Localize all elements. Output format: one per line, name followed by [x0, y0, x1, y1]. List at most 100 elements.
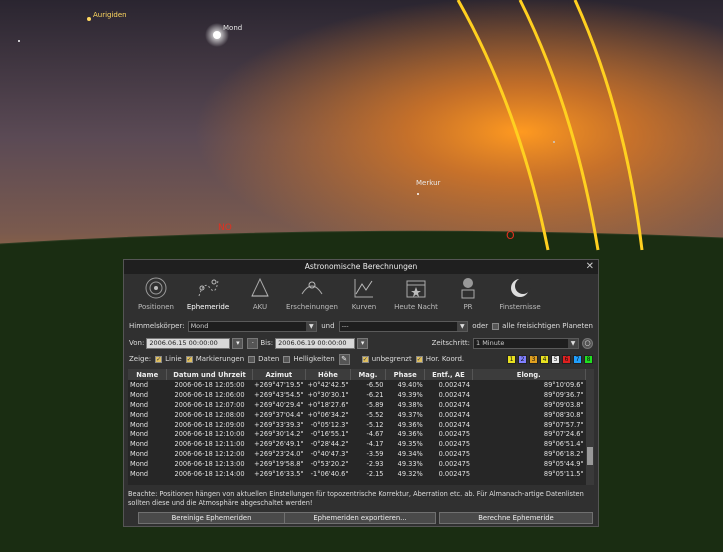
- column-header[interactable]: Mag.: [350, 369, 387, 380]
- tab-kurven[interactable]: Kurven: [338, 274, 390, 314]
- table-cell: Mond: [130, 460, 149, 469]
- table-cell: 2006-06-18 12:10:00: [174, 430, 245, 439]
- brightness-checkbox[interactable]: [283, 355, 291, 363]
- table-cell: 49.33%: [397, 460, 423, 469]
- color-swatch[interactable]: 3: [529, 354, 538, 364]
- table-cell: 2006-06-18 12:08:00: [174, 410, 245, 419]
- all-planets-label: alle freisichtigen Planeten: [502, 322, 593, 330]
- date-sync-icon[interactable]: ·: [247, 337, 259, 349]
- dialog-titlebar[interactable]: Astronomische Berechnungen ✕: [124, 260, 598, 274]
- clear-ephemeris-button[interactable]: Bereinige Ephemeriden: [138, 512, 285, 524]
- table-cell: -0°40'47.3": [310, 450, 349, 459]
- tab-finsternisse[interactable]: Finsternisse: [494, 274, 546, 314]
- color-swatch[interactable]: 5: [551, 354, 560, 364]
- table-row[interactable]: Mond 2006-06-18 12:06:00 +269°43'54.5" +0°3…: [128, 390, 586, 400]
- table-cell: 49.34%: [397, 450, 423, 459]
- color-swatch[interactable]: 6: [562, 354, 571, 364]
- table-cell: -5.12: [366, 420, 384, 429]
- table-cell: 2006-06-18 12:09:00: [174, 420, 245, 429]
- all-planets-checkbox[interactable]: [492, 322, 500, 330]
- column-header[interactable]: Name: [128, 369, 168, 380]
- color-swatch[interactable]: 1: [507, 354, 516, 364]
- table-cell: Mond: [130, 390, 149, 399]
- close-icon[interactable]: ✕: [586, 260, 594, 274]
- column-header[interactable]: Datum und Uhrzeit: [166, 369, 253, 380]
- table-row[interactable]: Mond 2006-06-18 12:09:00 +269°33'39.3" -0°0…: [128, 420, 586, 430]
- tab-ephemeride[interactable]: Ephemeride: [182, 274, 234, 314]
- table-row[interactable]: Mond 2006-06-18 12:14:00 +269°16'33.5" -1°0…: [128, 469, 586, 479]
- to-date-input[interactable]: 2006.06.19 00:00:00: [275, 337, 356, 349]
- table-row[interactable]: Mond 2006-06-18 12:08:00 +269°37'04.4" +0°0…: [128, 410, 586, 420]
- column-header[interactable]: Phase: [385, 369, 426, 380]
- step-select[interactable]: 1 Minute ▼: [473, 337, 579, 349]
- wrench-icon[interactable]: ✎: [338, 353, 350, 365]
- chevron-down-icon: ▼: [568, 338, 578, 348]
- tonight-icon: [406, 280, 426, 298]
- table-cell: 49.40%: [397, 380, 423, 389]
- table-cell: 0.002474: [438, 390, 471, 399]
- column-header[interactable]: Elong.: [472, 369, 586, 380]
- column-header[interactable]: Höhe: [305, 369, 351, 380]
- reset-step-icon[interactable]: ○: [582, 337, 593, 349]
- table-cell: Mond: [130, 420, 149, 429]
- compute-ephemeris-button[interactable]: Berechne Ephemeride: [439, 512, 593, 524]
- tab-positionen[interactable]: Positionen: [130, 274, 182, 314]
- table-cell: -5.89: [366, 400, 384, 409]
- second-body-select[interactable]: --- ▼: [338, 320, 469, 332]
- table-cell: +269°43'54.5": [254, 390, 304, 399]
- table-row[interactable]: Mond 2006-06-18 12:10:00 +269°30'14.2" -0°1…: [128, 429, 586, 439]
- body-row: Himmelskörper: Mond ▼ und --- ▼ oder alle …: [129, 320, 593, 332]
- chevron-down-icon: ▼: [457, 321, 468, 331]
- table-cell: -5.52: [366, 410, 384, 419]
- table-cell: -0°53'20.2": [310, 460, 349, 469]
- compass-e: O: [506, 229, 515, 242]
- color-swatch[interactable]: 7: [573, 354, 582, 364]
- table-cell: +0°42'42.5": [307, 380, 349, 389]
- from-date-input[interactable]: 2006.06.15 00:00:00: [146, 337, 231, 349]
- table-cell: 89°09'03.8": [543, 400, 584, 409]
- and-label: und: [321, 322, 335, 330]
- unlimited-checkbox[interactable]: ✓: [361, 355, 369, 363]
- phenomena-icon: [301, 281, 323, 295]
- table-cell: 49.39%: [397, 390, 423, 399]
- compass-ne: NO: [218, 223, 232, 233]
- scrollbar-thumb[interactable]: [587, 447, 593, 465]
- table-cell: 89°05'11.5": [543, 469, 584, 478]
- date-row: Von: 2006.06.15 00:00:00 ▾ · Bis: 2006.0…: [129, 337, 593, 349]
- table-row[interactable]: Mond 2006-06-18 12:13:00 +269°19'58.8" -0°5…: [128, 459, 586, 469]
- column-header[interactable]: Azimut: [252, 369, 306, 380]
- horcoord-checkbox[interactable]: ✓: [415, 355, 423, 363]
- from-label: Von:: [129, 339, 145, 347]
- tab-heute-nacht[interactable]: Heute Nacht: [390, 274, 442, 314]
- tab-aku[interactable]: AKU: [234, 274, 286, 314]
- ephemeris-table[interactable]: Name Datum und Uhrzeit Azimut Höhe Mag. Phase…: [128, 369, 586, 485]
- table-row[interactable]: Mond 2006-06-18 12:11:00 +269°26'49.1" -0°2…: [128, 439, 586, 449]
- export-ephemeris-button[interactable]: Ephemeriden exportieren...: [284, 512, 436, 524]
- dates-checkbox[interactable]: [248, 355, 256, 363]
- color-swatch[interactable]: 4: [540, 354, 549, 364]
- table-row[interactable]: Mond 2006-06-18 12:12:00 +269°23'24.0" -0°4…: [128, 449, 586, 459]
- ephemeris-icon: [198, 279, 219, 297]
- table-cell: 89°06'51.4": [543, 440, 584, 449]
- tab-erscheinungen[interactable]: Erscheinungen: [286, 274, 338, 314]
- body-select[interactable]: Mond ▼: [187, 320, 318, 332]
- astro-calc-dialog: Astronomische Berechnungen ✕ Positionen …: [123, 259, 599, 527]
- table-row[interactable]: Mond 2006-06-18 12:05:00 +269°47'19.5" +0°4…: [128, 380, 586, 390]
- table-cell: 0.002475: [438, 469, 471, 478]
- table-row[interactable]: Mond 2006-06-18 12:07:00 +269°40'29.4" +0°1…: [128, 400, 586, 410]
- table-scrollbar[interactable]: [586, 369, 594, 485]
- or-label: oder: [472, 322, 489, 330]
- from-date-picker-icon[interactable]: ▾: [232, 337, 244, 349]
- marks-checkbox[interactable]: ✓: [185, 355, 193, 363]
- color-swatches: 12345678: [505, 354, 593, 364]
- table-cell: 2006-06-18 12:14:00: [174, 469, 245, 478]
- table-cell: +269°37'04.4": [254, 410, 304, 419]
- table-cell: 49.36%: [397, 420, 423, 429]
- to-date-picker-icon[interactable]: ▾: [357, 337, 369, 349]
- tab-pr[interactable]: PR: [442, 274, 494, 314]
- line-checkbox[interactable]: ✓: [155, 355, 163, 363]
- color-swatch[interactable]: 8: [584, 354, 593, 364]
- color-swatch[interactable]: 2: [518, 354, 527, 364]
- column-header[interactable]: Entf., AE: [424, 369, 473, 380]
- body-label: Himmelskörper:: [129, 322, 185, 330]
